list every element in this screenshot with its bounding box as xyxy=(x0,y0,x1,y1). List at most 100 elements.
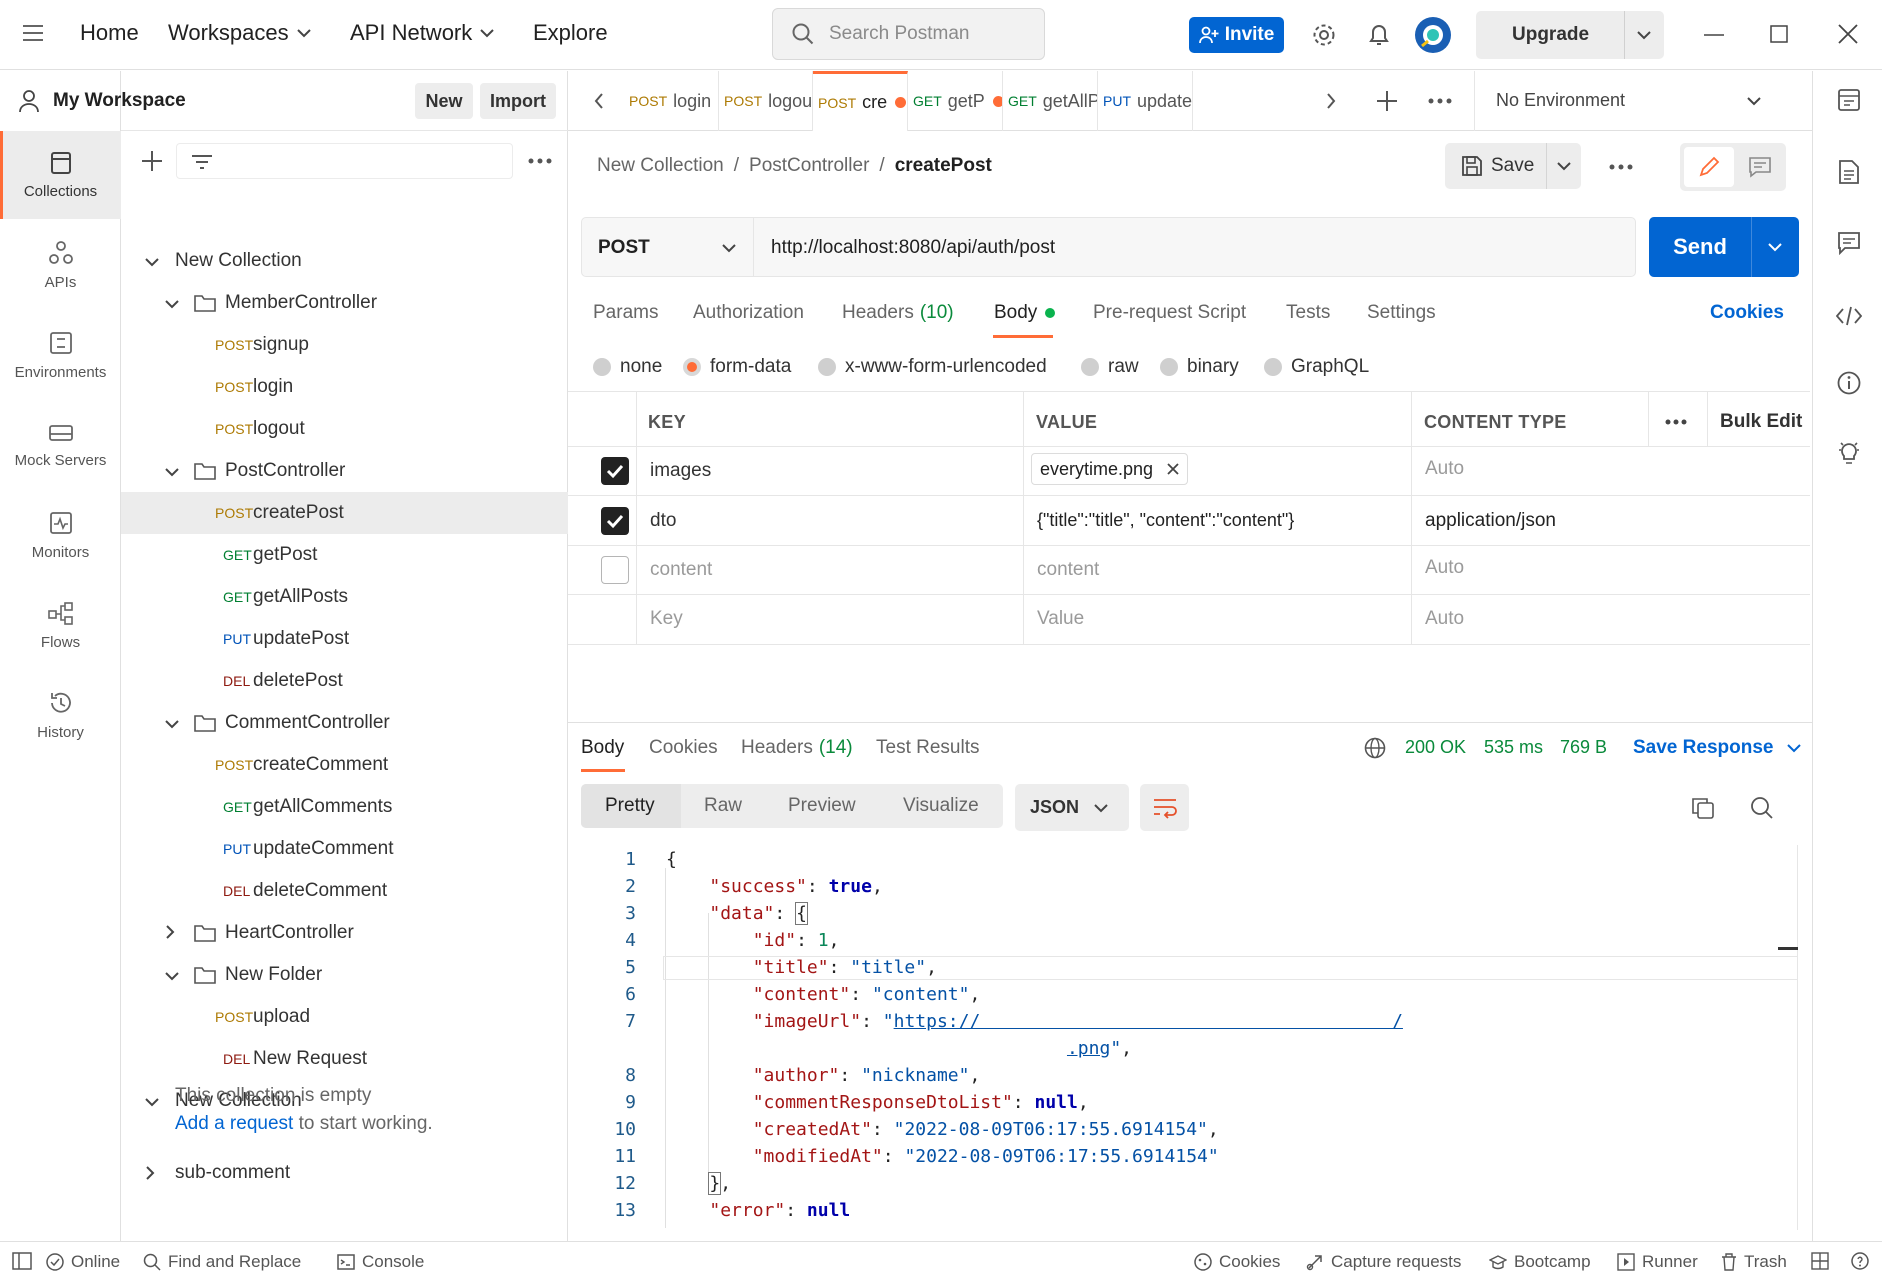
request-tab[interactable]: POST cre xyxy=(813,71,908,131)
rail-flows[interactable]: Flows xyxy=(0,581,121,669)
tab-headers[interactable]: Headers (10) xyxy=(842,302,954,324)
response-time[interactable]: 535 ms xyxy=(1484,737,1543,758)
online-status[interactable]: Online xyxy=(46,1252,120,1272)
tree-request-item[interactable]: PUT updateComment xyxy=(121,828,568,870)
rail-history[interactable]: History xyxy=(0,671,121,759)
new-tab-icon[interactable] xyxy=(1376,90,1398,112)
wrap-lines-button[interactable] xyxy=(1140,784,1189,831)
tree-folder-item[interactable]: New Folder xyxy=(121,954,568,996)
chevron-right-icon[interactable] xyxy=(1326,93,1336,109)
nav-explore[interactable]: Explore xyxy=(533,20,608,46)
send-button[interactable]: Send xyxy=(1649,217,1751,277)
chevron-down-icon[interactable] xyxy=(165,971,179,981)
trash-button[interactable]: Trash xyxy=(1721,1252,1787,1272)
chevron-down-icon[interactable] xyxy=(1637,30,1651,40)
chevron-down-icon[interactable] xyxy=(165,719,179,729)
two-pane-icon[interactable] xyxy=(1811,1252,1829,1270)
body-mode-x-www-form-urlencoded[interactable]: x-www-form-urlencoded xyxy=(818,356,1047,378)
new-value-input[interactable]: Value xyxy=(1037,608,1084,630)
response-size[interactable]: 769 B xyxy=(1560,737,1607,758)
body-mode-form-data[interactable]: form-data xyxy=(683,356,791,378)
toggle-sidebar-icon[interactable] xyxy=(12,1252,32,1270)
help-icon[interactable] xyxy=(1851,1252,1869,1270)
comments-icon[interactable] xyxy=(1837,231,1861,255)
tree-folder-item[interactable]: PostController xyxy=(121,450,568,492)
rail-mock-servers[interactable]: Mock Servers xyxy=(0,401,121,489)
breadcrumb-request[interactable]: createPost xyxy=(895,155,992,177)
copy-icon[interactable] xyxy=(1691,796,1715,820)
bulk-edit-button[interactable]: Bulk Edit xyxy=(1720,411,1802,433)
cookies-button[interactable]: Cookies xyxy=(1194,1252,1280,1272)
console-button[interactable]: Console xyxy=(337,1252,424,1272)
row-checkbox-checked[interactable] xyxy=(601,457,629,485)
tree-request-item[interactable]: POST signup xyxy=(121,324,568,366)
new-content-type[interactable]: Auto xyxy=(1425,608,1464,630)
comment-mode-icon[interactable] xyxy=(1748,156,1772,178)
tab-body[interactable]: Body xyxy=(994,302,1056,324)
chevron-down-icon[interactable] xyxy=(145,1097,159,1107)
tree-folder-item[interactable]: CommentController xyxy=(121,702,568,744)
nav-workspaces[interactable]: Workspaces xyxy=(168,20,311,46)
code-icon[interactable] xyxy=(1836,305,1862,327)
find-and-replace[interactable]: Find and Replace xyxy=(143,1252,301,1272)
search-icon[interactable] xyxy=(1750,796,1774,820)
tree-request-item[interactable]: POST createPost xyxy=(121,492,568,534)
import-button[interactable]: Import xyxy=(480,83,556,119)
tree-request-item[interactable]: GET getAllPosts xyxy=(121,576,568,618)
chevron-down-icon[interactable] xyxy=(1768,242,1782,252)
resp-tab-cookies[interactable]: Cookies xyxy=(649,737,718,759)
save-response-button[interactable]: Save Response xyxy=(1633,737,1802,759)
tree-request-item[interactable]: DEL deleteComment xyxy=(121,870,568,912)
tree-request-item[interactable]: PUT updatePost xyxy=(121,618,568,660)
avatar[interactable] xyxy=(1414,16,1452,54)
breadcrumb-collection[interactable]: New Collection xyxy=(597,155,724,177)
method-select[interactable]: POST xyxy=(582,218,754,276)
row-content-type[interactable]: Auto xyxy=(1425,458,1464,480)
body-mode-graphql[interactable]: GraphQL xyxy=(1264,356,1369,378)
capture-requests-button[interactable]: Capture requests xyxy=(1306,1252,1461,1272)
more-options-icon[interactable] xyxy=(528,158,552,164)
tree-request-item[interactable]: POST login xyxy=(121,366,568,408)
response-status[interactable]: 200 OK xyxy=(1405,737,1466,758)
row-key[interactable]: dto xyxy=(650,510,676,532)
chevron-down-icon[interactable] xyxy=(145,257,159,267)
tab-params[interactable]: Params xyxy=(593,302,658,324)
view-raw[interactable]: Raw xyxy=(704,795,742,817)
tree-request-item[interactable]: POST logout xyxy=(121,408,568,450)
tab-tests[interactable]: Tests xyxy=(1286,302,1330,324)
response-divider[interactable] xyxy=(568,722,1812,723)
resp-tab-test-results[interactable]: Test Results xyxy=(876,737,979,759)
more-actions-icon[interactable] xyxy=(1609,164,1633,170)
row-checkbox-checked[interactable] xyxy=(601,507,629,535)
workspace-title[interactable]: My Workspace xyxy=(53,90,186,112)
more-tabs-icon[interactable] xyxy=(1428,98,1452,104)
resp-tab-body[interactable]: Body xyxy=(581,737,624,759)
cookies-link[interactable]: Cookies xyxy=(1710,302,1784,324)
new-button[interactable]: New xyxy=(415,83,473,119)
chevron-down-icon[interactable] xyxy=(1557,161,1571,171)
save-button[interactable]: Save xyxy=(1445,143,1546,189)
globe-icon[interactable] xyxy=(1364,737,1386,759)
nav-api-network[interactable]: API Network xyxy=(350,20,494,46)
rail-monitors[interactable]: Monitors xyxy=(0,491,121,579)
url-input[interactable]: http://localhost:8080/api/auth/post xyxy=(771,237,1055,259)
nav-home[interactable]: Home xyxy=(80,20,139,46)
info-icon[interactable] xyxy=(1837,371,1861,395)
chevron-right-icon[interactable] xyxy=(145,1166,155,1180)
rail-apis[interactable]: APIs xyxy=(0,221,121,309)
menu-icon[interactable] xyxy=(22,24,44,42)
view-visualize[interactable]: Visualize xyxy=(903,795,979,817)
row-value[interactable]: content xyxy=(1037,559,1099,581)
rail-environments[interactable]: Environments xyxy=(0,311,121,399)
chevron-right-icon[interactable] xyxy=(165,925,175,939)
filter-input[interactable] xyxy=(176,143,513,179)
chevron-down-icon[interactable] xyxy=(165,299,179,309)
add-request-link[interactable]: Add a request xyxy=(175,1113,293,1134)
request-tab[interactable]: GET getAllP xyxy=(1003,71,1098,131)
environment-select[interactable]: No Environment xyxy=(1476,71,1776,131)
runner-button[interactable]: Runner xyxy=(1617,1252,1698,1272)
row-value[interactable]: {"title":"title", "content":"content"} xyxy=(1037,510,1294,531)
tree-request-item[interactable]: POST upload xyxy=(121,996,568,1038)
tree-request-item[interactable]: DEL New Request xyxy=(121,1038,568,1080)
invite-button[interactable]: Invite xyxy=(1189,17,1284,53)
